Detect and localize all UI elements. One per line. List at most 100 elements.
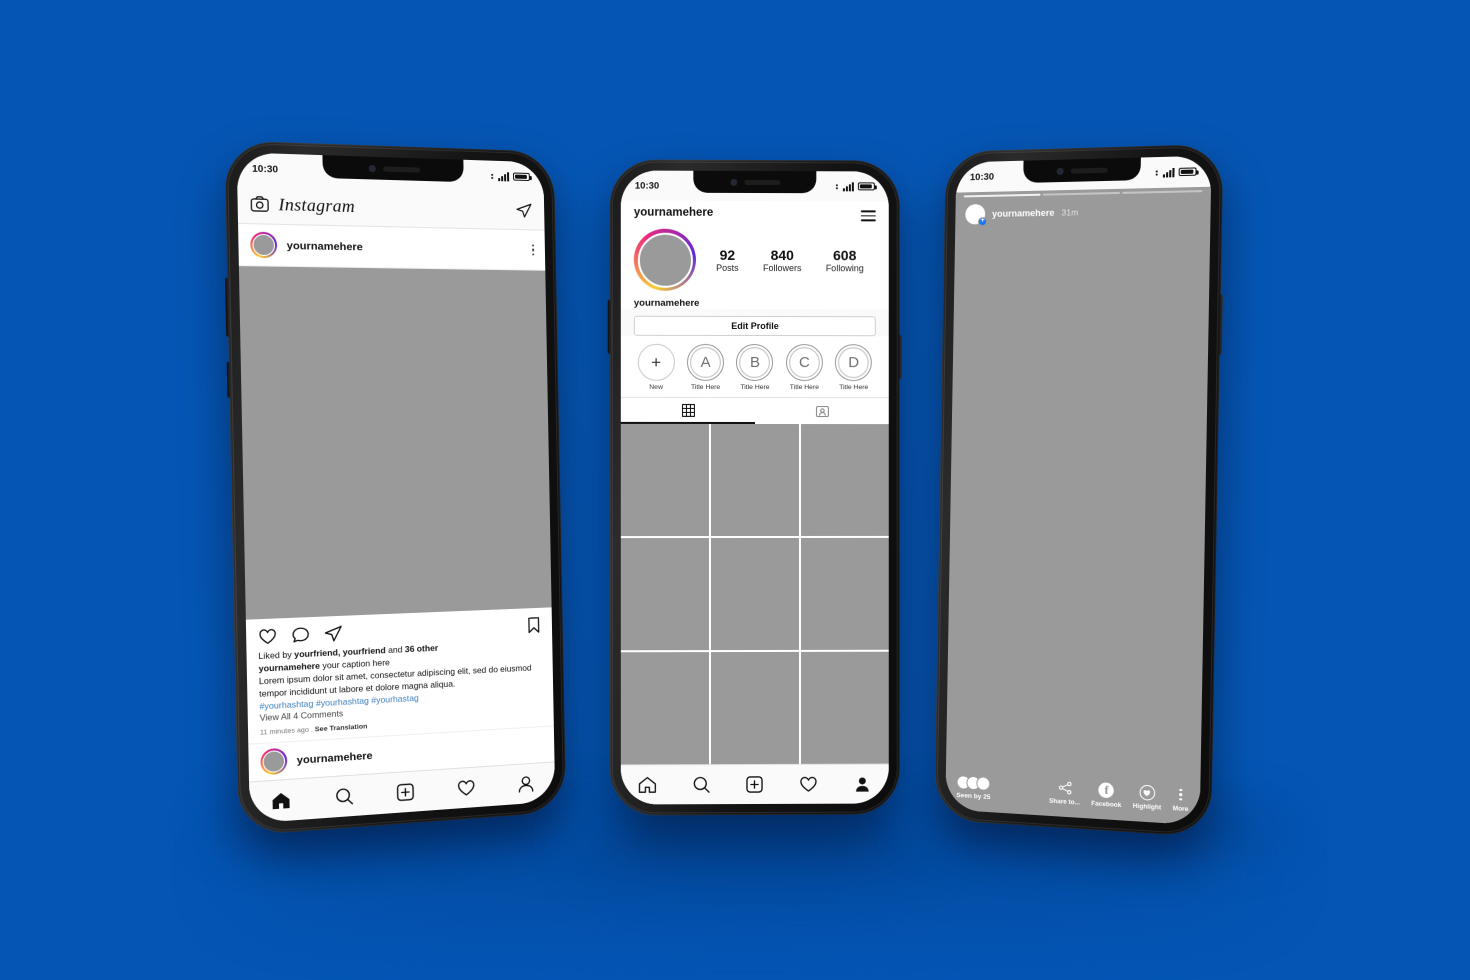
status-bar: 10:30 [955,155,1212,193]
grid-cell[interactable] [620,652,709,765]
volume-button[interactable] [225,277,231,337]
grid-cell[interactable] [800,537,889,650]
add-story-badge-icon[interactable]: + [978,216,988,227]
plus-square-icon[interactable] [396,782,416,803]
seen-by-group[interactable]: Seen by 25 [956,775,991,801]
highlight-heart-icon [1139,784,1156,801]
plus-square-icon[interactable] [745,775,764,794]
story-username[interactable]: yournamehere [992,207,1054,218]
more-action[interactable]: More [1173,786,1189,813]
wifi-icon [1155,169,1158,176]
person-icon[interactable] [853,775,872,794]
facebook-icon: f [1098,782,1115,799]
action-label: Highlight [1132,802,1162,812]
plus-icon: + [637,343,675,381]
person-icon[interactable] [516,774,535,794]
story-header: + yournamehere 31m [955,192,1211,227]
hamburger-menu-icon[interactable] [860,207,876,222]
grid-cell[interactable] [620,423,709,537]
grid-icon [680,403,694,417]
kebab-menu-icon[interactable] [531,244,535,256]
heart-icon[interactable] [457,778,476,799]
profile-stats-row: 92 Posts 840 Followers 608 Following [620,222,889,294]
power-button[interactable] [897,335,902,380]
caption-username[interactable]: yournamehere [259,660,321,673]
home-icon[interactable] [271,790,292,811]
phone-device-story: 10:30 + yournamehere 31m Seen by 25 Shar… [934,143,1224,838]
highlight-item[interactable]: C Title Here [781,344,827,391]
highlight-label: Title Here [839,384,869,392]
avatar[interactable] [260,747,288,776]
grid-cell[interactable] [710,424,799,537]
home-icon[interactable] [638,775,657,794]
highlight-item[interactable]: B Title Here [732,344,778,391]
power-button[interactable] [226,361,232,398]
paper-plane-icon[interactable] [515,202,532,220]
phone2-screen: 10:30 yournamehere 92 Posts 840 Follower… [620,170,889,805]
search-icon[interactable] [692,775,711,794]
highlight-action[interactable]: Highlight [1132,784,1162,812]
facebook-action[interactable]: f Facebook [1091,782,1122,809]
mockup-stage: 10:30 Instagram yournamehere Liked by yo… [0,0,1470,980]
post-username[interactable]: yournamehere [287,239,363,253]
stat-label: Followers [762,263,802,274]
liked-by-mid: and [385,643,405,656]
tagged-person-icon [816,405,830,418]
post-header: yournamehere [238,223,546,271]
share-to-action[interactable]: Share to... [1049,779,1080,807]
speech-bubble-icon[interactable] [291,625,310,645]
highlight-item[interactable]: D Title Here [831,344,877,391]
stat-group: 92 Posts 840 Followers 608 Following [696,247,876,274]
signal-icon [1162,167,1175,178]
stat-label: Posts [716,263,739,274]
stat-value: 608 [833,247,857,264]
phone1-screen: 10:30 Instagram yournamehere Liked by yo… [236,152,556,824]
highlight-thumb: B [736,344,774,382]
footer-username[interactable]: yournamehere [297,749,373,766]
grid-cell[interactable] [710,651,799,765]
story-highlights-row: + New A Title Here B Title Here C Title … [620,335,889,398]
front-camera-icon [1056,167,1064,175]
story-actions: Share to... f Facebook Highlight More [1049,779,1189,813]
post-image-placeholder [238,266,552,620]
heart-icon[interactable] [799,775,818,794]
action-label: Facebook [1091,800,1122,810]
edit-profile-button[interactable]: Edit Profile [633,315,876,337]
highlight-thumb: C [785,344,823,382]
status-indicators [835,181,875,191]
volume-button[interactable] [1217,294,1223,355]
tagged-tab[interactable] [755,398,889,424]
stat-following[interactable]: 608 Following [826,247,864,273]
liked-by-others[interactable]: 36 other [405,642,438,654]
status-time: 10:30 [969,171,995,183]
share-nodes-icon [1057,780,1073,796]
avatar[interactable]: + [965,203,988,227]
paper-plane-icon[interactable] [324,624,343,643]
grid-cell[interactable] [620,538,709,651]
grid-cell[interactable] [800,651,889,764]
grid-cell[interactable] [800,424,889,537]
bookmark-icon[interactable] [526,616,541,635]
profile-username[interactable]: yournamehere [634,207,713,219]
see-translation-link[interactable]: See Translation [315,724,368,734]
stat-value: 840 [770,247,794,264]
highlight-new[interactable]: + New [633,343,679,391]
grid-tab[interactable] [620,397,755,425]
story-viewer[interactable]: 10:30 + yournamehere 31m Seen by 25 Shar… [945,155,1212,826]
phone3-screen: 10:30 + yournamehere 31m Seen by 25 Shar… [945,155,1212,826]
avatar[interactable] [633,228,696,291]
heart-icon[interactable] [258,627,278,647]
profile-display-name: yournamehere [620,292,889,310]
stat-posts[interactable]: 92 Posts [716,247,739,273]
wifi-icon [491,173,494,179]
story-timestamp: 31m [1061,206,1079,218]
highlight-item[interactable]: A Title Here [682,343,728,391]
battery-icon [857,182,875,191]
search-icon[interactable] [334,786,354,807]
stat-followers[interactable]: 840 Followers [763,247,801,273]
highlight-thumb: D [835,344,873,382]
camera-icon[interactable] [250,196,269,212]
grid-cell[interactable] [710,538,799,651]
volume-button[interactable] [607,299,612,354]
avatar[interactable] [250,231,278,259]
